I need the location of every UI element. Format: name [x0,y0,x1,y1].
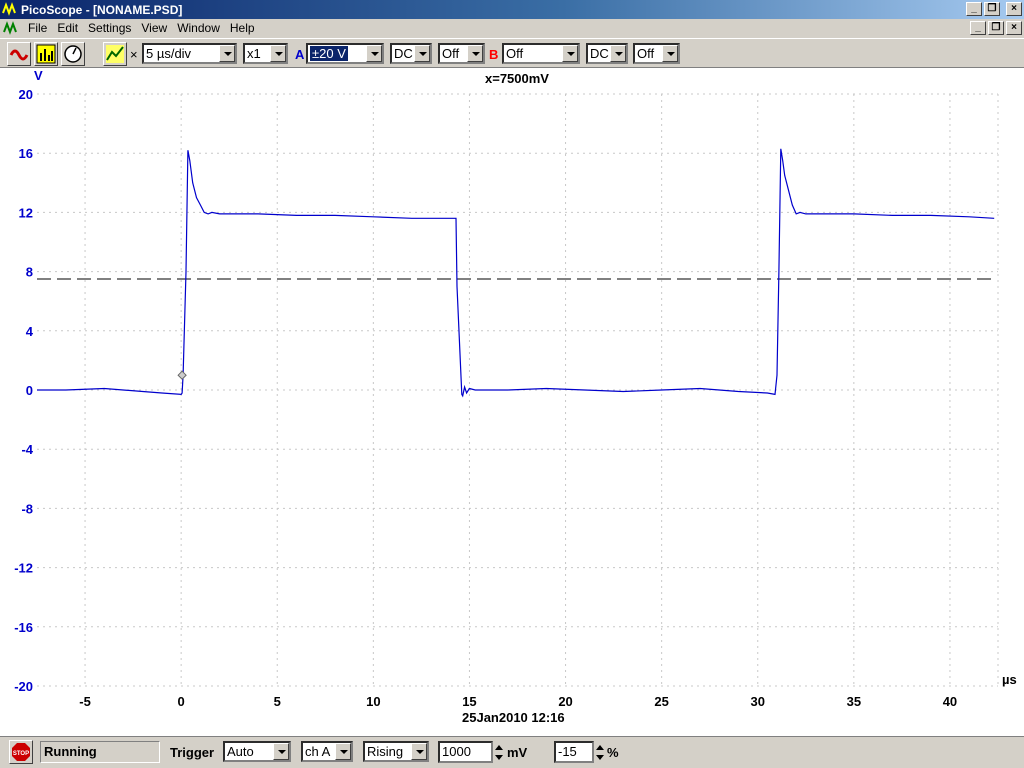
x-tick-label: 5 [274,694,281,709]
meter-icon [64,45,82,63]
x-tick-label: 15 [462,694,476,709]
menu-bar: File Edit Settings View Window Help _ ❐ … [0,19,1024,38]
stop-button[interactable]: STOP [9,740,33,764]
doc-restore-button[interactable]: ❐ [988,21,1004,35]
spin-up-icon [495,745,503,750]
chevron-down-icon [219,45,235,62]
chevron-down-icon [411,743,427,760]
menu-file[interactable]: File [23,20,52,37]
pre-trigger-unit: % [607,745,619,760]
y-tick-label: -16 [14,620,33,635]
x-tick-label: 0 [178,694,185,709]
channel-b-coupling-select[interactable]: DC [586,43,628,64]
channel-a-range-select[interactable]: ±20 V [306,43,384,64]
chevron-down-icon [270,45,286,62]
trace-button[interactable] [103,42,127,66]
chevron-down-icon [562,45,578,62]
x-tick-label: 25 [654,694,668,709]
channel-b-label: B [489,47,499,62]
title-bar: PicoScope - [NONAME.PSD] _ ❐ × [0,0,1024,19]
spin-up-icon [596,745,604,750]
pre-trigger-input[interactable]: -15 [554,741,594,763]
spin-down-icon [495,755,503,760]
y-axis-label: V [34,68,43,83]
doc-close-button[interactable]: × [1006,21,1022,35]
y-tick-label: 4 [26,324,34,339]
menu-view[interactable]: View [136,20,172,37]
svg-text:STOP: STOP [13,751,29,757]
spectrum-view-button[interactable] [34,42,58,66]
trigger-mode-select[interactable]: Auto [223,741,291,762]
menu-edit[interactable]: Edit [52,20,83,37]
minimize-button[interactable]: _ [966,2,982,16]
trigger-annotation: x=7500mV [485,71,549,86]
channel-b-option-select[interactable]: Off [633,43,680,64]
spin-down-icon [596,755,604,760]
y-tick-label: 8 [26,265,33,280]
x-tick-label: 40 [943,694,957,709]
scope-icon [9,44,29,64]
channel-a-label: A [295,47,305,62]
y-tick-label: 16 [19,146,33,161]
y-tick-label: -12 [14,561,33,576]
x-tick-label: -5 [79,694,91,709]
trigger-edge-select[interactable]: Rising [363,741,429,762]
doc-minimize-button[interactable]: _ [970,21,986,35]
y-tick-label: 0 [26,383,33,398]
scope-view-button[interactable] [7,42,31,66]
chevron-down-icon [414,45,430,62]
chevron-down-icon [662,45,678,62]
trigger-point-marker[interactable] [177,370,187,380]
toolbar: × 5 µs/div x1 A ±20 V DC Off B Off DC Of… [0,38,1024,68]
x-tick-label: 10 [366,694,380,709]
capture-timestamp: 25Jan2010 12:16 [462,710,565,725]
x-tick-labels: -5 0 5 10 15 20 25 30 35 40 [79,694,957,709]
y-tick-labels: 20 16 12 8 4 0 -4 -8 -12 -16 -20 [14,87,34,694]
x-multiply-icon: × [130,47,138,62]
picoscope-icon [2,1,16,16]
x-axis-label: µs [1002,672,1017,687]
stop-icon: STOP [12,743,30,761]
scope-chart[interactable]: 201612840-4-8-12-16-20 -5 0 5 10 15 20 25 30 35 4… [0,68,1024,736]
status-bar: STOP Running Trigger Auto ch A Rising 10… [0,736,1024,768]
y-tick-label: -4 [21,442,33,457]
pre-trigger-spinner[interactable] [595,742,605,764]
run-state-field: Running [40,741,160,763]
x-tick-label: 20 [558,694,572,709]
y-tick-label: -20 [14,679,33,694]
y-tick-label: -8 [21,501,33,516]
chevron-down-icon [366,45,382,62]
y-tick-label: 20 [19,87,33,102]
channel-a-option-select[interactable]: Off [438,43,485,64]
chevron-down-icon [467,45,483,62]
menu-window[interactable]: Window [172,20,225,37]
scope-display[interactable]: 20 16 12 8 4 0 -4 -8 -12 -16 -20 -5 0 5 10 15 20 25 30 35 4… [0,68,1024,736]
trace-icon [106,45,124,63]
trigger-level-unit: mV [507,745,528,760]
channel-a-coupling-select[interactable]: DC [390,43,432,64]
chevron-down-icon [273,743,289,760]
menu-help[interactable]: Help [225,20,260,37]
restore-button[interactable]: ❐ [984,2,1000,16]
timebase-select[interactable]: 5 µs/div [142,43,237,64]
trigger-channel-select[interactable]: ch A [301,741,353,762]
meter-view-button[interactable] [61,42,85,66]
spectrum-icon [36,44,56,64]
close-button[interactable]: × [1006,2,1022,16]
trigger-level-spinner[interactable] [494,742,504,764]
multiplier-select[interactable]: x1 [243,43,288,64]
series-line-channel-a [37,148,995,398]
y-tick-label: 12 [19,205,33,220]
trigger-level-input[interactable]: 1000 [438,741,493,763]
chevron-down-icon [610,45,626,62]
window-title: PicoScope - [NONAME.PSD] [21,2,183,17]
trigger-label: Trigger [170,745,215,760]
chevron-down-icon [335,743,351,760]
document-icon[interactable] [3,20,19,37]
x-tick-label: 30 [751,694,765,709]
x-tick-label: 35 [847,694,861,709]
menu-settings[interactable]: Settings [83,20,136,37]
channel-b-range-select[interactable]: Off [502,43,580,64]
